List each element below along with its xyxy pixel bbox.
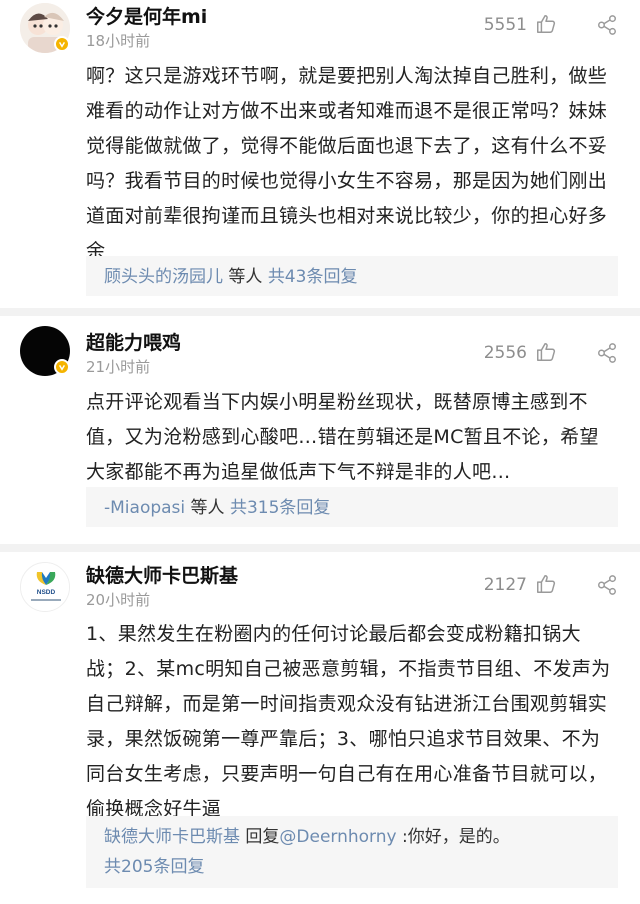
divider — [0, 308, 640, 316]
reply-count-link[interactable]: 共43条回复 — [268, 267, 358, 287]
share-icon[interactable] — [596, 14, 618, 36]
timestamp: 18小时前 — [86, 32, 151, 50]
thumbs-up-icon[interactable] — [535, 573, 557, 595]
reply-count-link[interactable]: 共205条回复 — [104, 857, 204, 877]
thumbs-up-icon[interactable] — [535, 13, 557, 35]
reply-mid-text: 等人 — [228, 267, 263, 287]
reply-verb: 回复 — [245, 827, 280, 847]
username[interactable]: 缺德大师卡巴斯基 — [86, 561, 238, 588]
reply-user-link[interactable]: 缺德大师卡巴斯基 — [104, 827, 240, 847]
share-icon[interactable] — [596, 574, 618, 596]
timestamp: 21小时前 — [86, 358, 151, 376]
reply-count-link[interactable]: 共315条回复 — [230, 498, 330, 518]
reply-summary[interactable]: 顾头头的汤园儿 等人 共43条回复 — [86, 256, 618, 296]
comment-item: 今夕是何年mi 18小时前 5551 啊？这只是游戏环节啊，就是要把别人淘汰掉自… — [0, 0, 640, 306]
reply-summary[interactable]: 缺德大师卡巴斯基 回复@Deernhorny :你好，是的。 共205条回复 — [86, 816, 618, 888]
comment-text: 点开评论观看当下内娱小明星粉丝现状，既替原博主感到不值，又为沧粉感到心酸吧…错在… — [86, 391, 599, 483]
reply-summary[interactable]: -Miaopasi 等人 共315条回复 — [86, 487, 618, 527]
comment-item: 超能力喂鸡 21小时前 2556 点开评论观看当下内娱小明星粉丝现状，既替原博主… — [0, 316, 640, 542]
share-icon[interactable] — [596, 342, 618, 364]
nsdd-logo: NSDD — [21, 563, 69, 611]
username[interactable]: 超能力喂鸡 — [86, 328, 181, 355]
timestamp: 20小时前 — [86, 591, 151, 609]
reply-mid-text: 等人 — [190, 498, 225, 518]
divider — [0, 544, 640, 552]
svg-text:NSDD: NSDD — [37, 589, 56, 596]
comment-item: NSDD 缺德大师卡巴斯基 20小时前 2127 1、果然发生在粉圈内的任何讨论… — [0, 552, 640, 904]
reply-text: :你好，是的。 — [402, 827, 510, 847]
comment-text: 1、果然发生在粉圈内的任何讨论最后都会变成粉籍扣锅大战；2、某mc明知自己被恶意… — [86, 623, 611, 820]
avatar[interactable]: NSDD — [20, 562, 70, 612]
verified-badge — [54, 359, 70, 375]
reply-target-link[interactable]: @Deernhorny — [279, 827, 396, 847]
comment-text: 啊？这只是游戏环节啊，就是要把别人淘汰掉自己胜利，做些难看的动作让对方做不出来或… — [86, 65, 608, 262]
verified-badge — [54, 36, 70, 52]
username[interactable]: 今夕是何年mi — [86, 2, 207, 29]
reply-user-link[interactable]: 顾头头的汤园儿 — [104, 267, 223, 287]
like-count: 2556 — [483, 343, 527, 363]
reply-user-link[interactable]: -Miaopasi — [104, 498, 185, 518]
thumbs-up-icon[interactable] — [535, 341, 557, 363]
like-count: 2127 — [483, 575, 527, 595]
like-count: 5551 — [483, 15, 527, 35]
